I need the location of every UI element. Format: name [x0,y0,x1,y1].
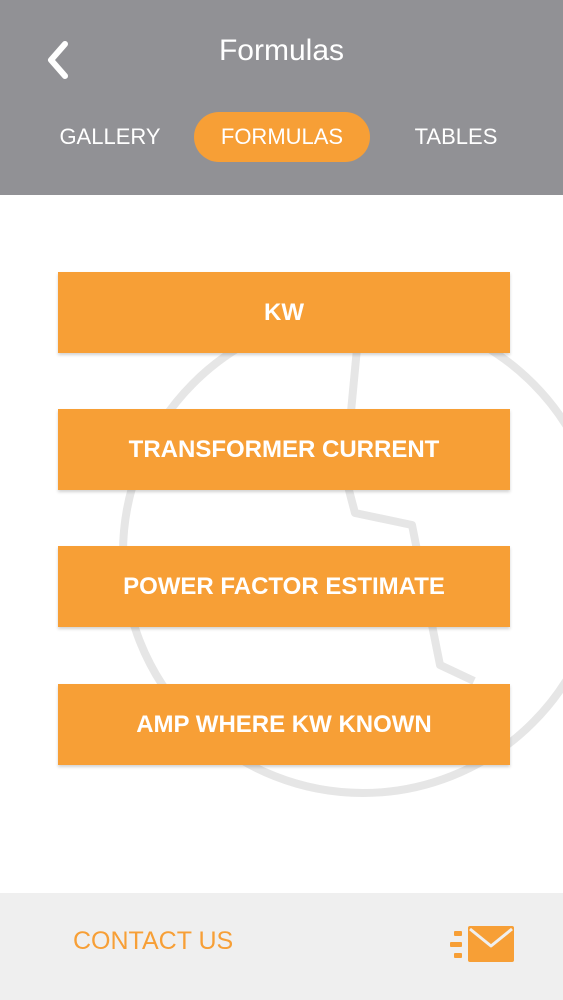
tab-gallery[interactable]: GALLERY [42,112,178,162]
formula-button-kw[interactable]: KW [58,272,510,353]
tab-tables[interactable]: TABLES [394,112,518,162]
formula-button-amp-where-kw-known[interactable]: AMP WHERE KW KNOWN [58,684,510,765]
footer-bar: CONTACT US [0,893,563,1000]
formula-button-label: TRANSFORMER CURRENT [128,435,440,463]
formula-button-label: AMP WHERE KW KNOWN [136,710,432,738]
formula-button-power-factor-estimate[interactable]: POWER FACTOR ESTIMATE [58,546,510,627]
tab-formulas[interactable]: FORMULAS [194,112,370,162]
envelope-icon [450,926,514,962]
formula-button-label: POWER FACTOR ESTIMATE [123,572,445,600]
mail-button[interactable] [448,924,516,966]
header-bar: Formulas GALLERY FORMULAS TABLES [0,0,563,195]
formula-button-transformer-current[interactable]: TRANSFORMER CURRENT [58,409,510,490]
tab-bar: GALLERY FORMULAS TABLES [0,112,563,162]
formula-button-label: KW [264,298,304,326]
page-title: Formulas [218,34,345,67]
contact-us-link[interactable]: CONTACT US [73,927,233,956]
